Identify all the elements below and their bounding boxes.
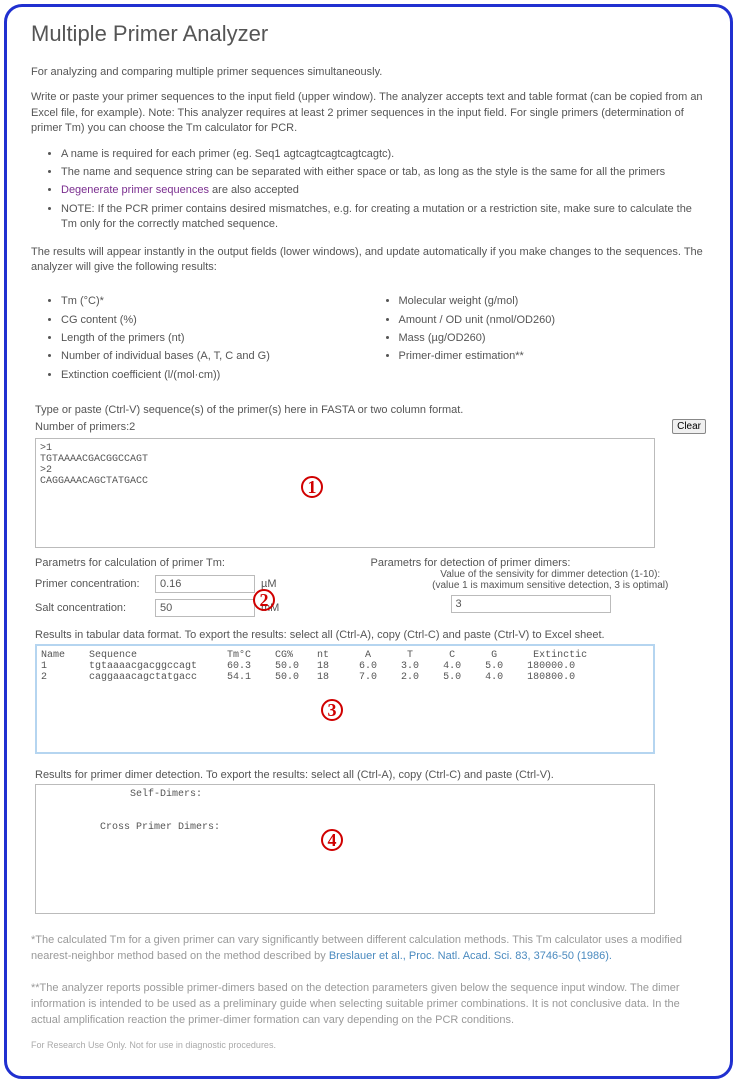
research-use-only: For Research Use Only. Not for use in di… <box>31 1039 706 1052</box>
annotation-1: 1 <box>301 476 323 498</box>
outputs-list-left: Tm (°C)* CG content (%) Length of the pr… <box>31 291 369 386</box>
num-primers-value: 2 <box>129 421 135 433</box>
output-item: Primer-dimer estimation** <box>399 349 707 364</box>
degenerate-link[interactable]: Degenerate primer sequences <box>61 184 209 196</box>
results-output[interactable] <box>35 644 655 754</box>
outputs-list-right: Molecular weight (g/mol) Amount / OD uni… <box>369 291 707 386</box>
primer-conc-input[interactable] <box>155 575 255 593</box>
salt-conc-input[interactable] <box>155 599 255 617</box>
annotation-3: 3 <box>321 699 343 721</box>
annotation-4: 4 <box>321 829 343 851</box>
sensitivity-label: Value of the sensivity for dimmer detect… <box>395 569 707 580</box>
annotation-2: 2 <box>253 589 275 611</box>
breslauer-link[interactable]: Breslauer et al., Proc. Natl. Acad. Sci.… <box>329 950 612 962</box>
clear-button[interactable]: Clear <box>672 419 706 434</box>
note-item: NOTE: If the PCR primer contains desired… <box>61 202 706 233</box>
sequence-input[interactable] <box>35 438 655 548</box>
sensitivity-input[interactable] <box>451 595 611 613</box>
intro-text: For analyzing and comparing multiple pri… <box>31 65 706 80</box>
params-tm-header: Parametrs for calculation of primer Tm: <box>35 557 371 569</box>
dimers-hint: Results for primer dimer detection. To e… <box>35 769 706 781</box>
output-item: Amount / OD unit (nmol/OD260) <box>399 313 707 328</box>
page-title: Multiple Primer Analyzer <box>31 21 706 47</box>
note-item: Degenerate primer sequences are also acc… <box>61 183 706 198</box>
description-text: Write or paste your primer sequences to … <box>31 90 706 136</box>
input-hint: Type or paste (Ctrl-V) sequence(s) of th… <box>35 404 706 416</box>
output-item: Number of individual bases (A, T, C and … <box>61 349 369 364</box>
salt-conc-label: Salt concentration: <box>35 602 155 614</box>
output-item: Length of the primers (nt) <box>61 331 369 346</box>
output-item: Extinction coefficient (l/(mol·cm)) <box>61 368 369 383</box>
output-item: CG content (%) <box>61 313 369 328</box>
output-item: Mass (µg/OD260) <box>399 331 707 346</box>
footnote-dimer: **The analyzer reports possible primer-d… <box>31 981 706 1029</box>
results-intro: The results will appear instantly in the… <box>31 245 706 276</box>
notes-list: A name is required for each primer (eg. … <box>31 147 706 233</box>
primer-conc-label: Primer concentration: <box>35 578 155 590</box>
output-item: Molecular weight (g/mol) <box>399 294 707 309</box>
results-hint: Results in tabular data format. To expor… <box>35 629 706 641</box>
note-item: The name and sequence string can be sepa… <box>61 165 706 180</box>
output-item: Tm (°C)* <box>61 294 369 309</box>
params-dimer-header: Parametrs for detection of primer dimers… <box>371 557 707 569</box>
num-primers-label: Number of primers: <box>35 421 129 433</box>
sensitivity-note: (value 1 is maximum sensitive detection,… <box>395 580 707 591</box>
footnote-tm: *The calculated Tm for a given primer ca… <box>31 933 706 965</box>
dimers-output[interactable] <box>35 784 655 914</box>
note-item: A name is required for each primer (eg. … <box>61 147 706 162</box>
